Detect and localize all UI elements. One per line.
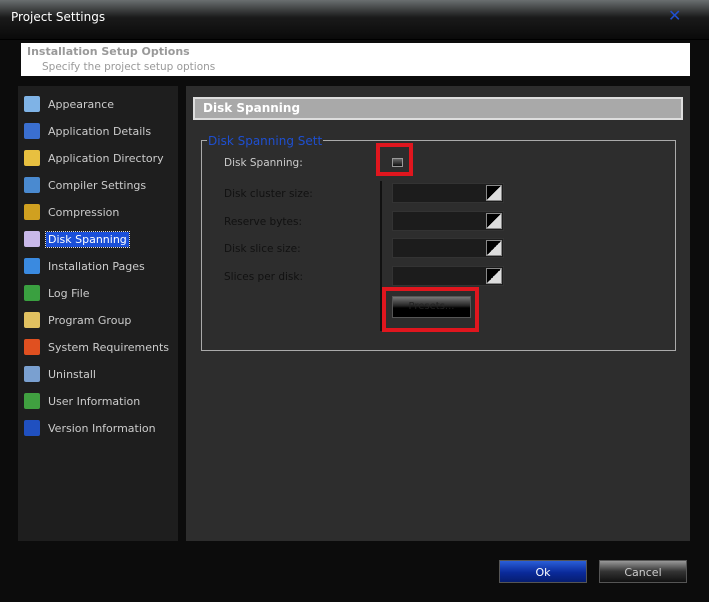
system-requirements-icon <box>24 339 40 355</box>
spinner-icon[interactable] <box>486 185 502 201</box>
compiler-settings-icon <box>24 177 40 193</box>
sidebar-item-label: Version Information <box>48 421 156 435</box>
sidebar-item-label: Disk Spanning <box>45 230 130 248</box>
field-label: Slices per disk: <box>224 270 303 283</box>
sidebar-item-appearance[interactable]: Appearance <box>24 94 116 114</box>
title-bar[interactable]: Project Settings ✕ <box>0 0 709 40</box>
field-input[interactable] <box>392 265 504 286</box>
sidebar-item-version-information[interactable]: Version Information <box>24 418 158 438</box>
header-subtitle: Specify the project setup options <box>42 61 216 73</box>
spinner-icon[interactable] <box>486 240 502 256</box>
appearance-icon <box>24 96 40 112</box>
disk-spanning-group: Disk Spanning Sett Disk Spanning: Disk c… <box>201 134 676 351</box>
sidebar-item-system-requirements[interactable]: System Requirements <box>24 337 171 357</box>
sidebar-item-installation-pages[interactable]: Installation Pages <box>24 256 147 276</box>
sidebar-item-uninstall[interactable]: Uninstall <box>24 364 98 384</box>
sidebar-item-label: Application Directory <box>48 151 164 165</box>
sidebar-item-label: System Requirements <box>48 340 169 354</box>
installation-pages-icon <box>24 258 40 274</box>
highlight-box <box>382 287 479 332</box>
header-banner: Installation Setup Options Specify the p… <box>21 43 690 76</box>
version-information-icon <box>24 420 40 436</box>
field-label: Disk slice size: <box>224 243 301 255</box>
user-information-icon <box>24 393 40 409</box>
header-title: Installation Setup Options <box>27 45 190 58</box>
spinner-icon[interactable] <box>486 267 502 284</box>
sidebar-item-compression[interactable]: Compression <box>24 202 121 222</box>
sidebar-item-compiler-settings[interactable]: Compiler Settings <box>24 175 148 195</box>
highlight-box <box>376 143 413 176</box>
sidebar-item-disk-spanning[interactable]: Disk Spanning <box>24 229 130 249</box>
sidebar-item-label: Installation Pages <box>48 259 145 273</box>
sidebar-item-label: Compression <box>48 205 120 219</box>
disk-spanning-icon <box>24 231 40 247</box>
main-panel: Disk Spanning Disk Spanning Sett Disk Sp… <box>186 86 690 541</box>
field-label: Disk cluster size: <box>224 188 313 200</box>
field-label: Reserve bytes: <box>224 215 303 228</box>
sidebar-item-label: Log File <box>48 286 90 300</box>
spinner-icon[interactable] <box>486 212 502 229</box>
disk-spanning-label: Disk Spanning: <box>224 157 303 169</box>
compression-icon <box>24 204 40 220</box>
sidebar-item-label: Program Group <box>48 313 132 327</box>
log-file-icon <box>24 285 40 301</box>
sidebar-item-label: Application Details <box>48 124 152 138</box>
sidebar-item-label: Compiler Settings <box>48 178 147 192</box>
application-directory-icon <box>24 150 40 166</box>
window-title: Project Settings <box>11 10 106 24</box>
sidebar-item-application-details[interactable]: Application Details <box>24 121 153 141</box>
sidebar-item-user-information[interactable]: User Information <box>24 391 142 411</box>
cancel-button[interactable]: Cancel <box>599 560 687 583</box>
sidebar-item-application-directory[interactable]: Application Directory <box>24 148 166 168</box>
program-group-icon <box>24 312 40 328</box>
field-input[interactable] <box>392 210 504 231</box>
sidebar-item-log-file[interactable]: Log File <box>24 283 92 303</box>
uninstall-icon <box>24 366 40 382</box>
sidebar-item-label: Appearance <box>48 97 115 111</box>
sidebar: Appearance Application Details Application… <box>18 86 178 541</box>
section-title: Disk Spanning <box>193 97 683 120</box>
field-input[interactable] <box>392 238 504 258</box>
field-input[interactable] <box>392 183 504 203</box>
sidebar-item-program-group[interactable]: Program Group <box>24 310 133 330</box>
close-icon[interactable]: ✕ <box>668 6 681 25</box>
application-details-icon <box>24 123 40 139</box>
ok-button[interactable]: Ok <box>499 560 587 583</box>
sidebar-item-label: User Information <box>48 394 141 408</box>
sidebar-item-label: Uninstall <box>48 367 96 381</box>
group-title: Disk Spanning Sett <box>207 134 324 148</box>
